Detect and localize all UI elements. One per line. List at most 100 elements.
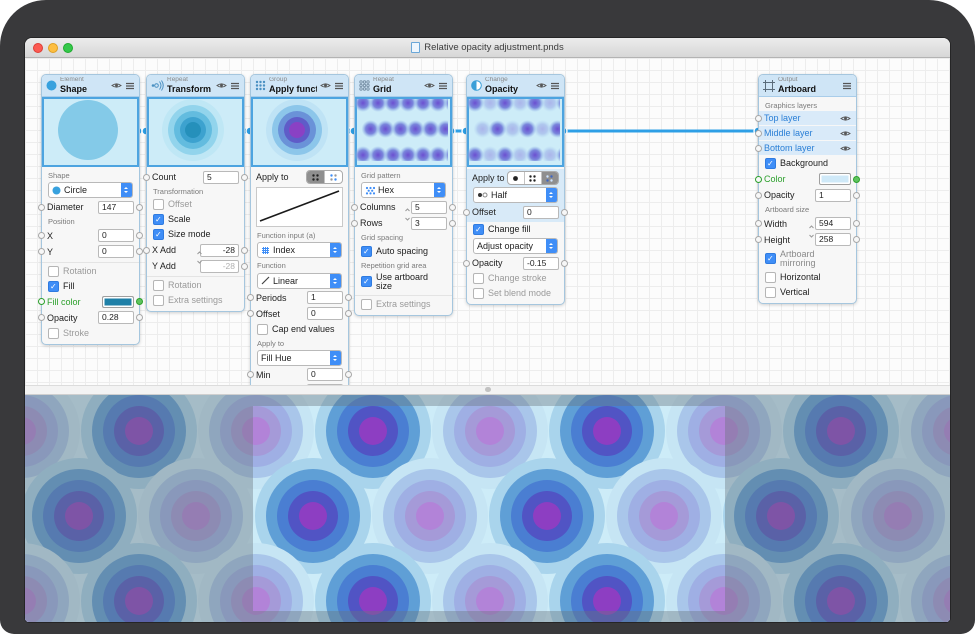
- visibility-eye-icon[interactable]: [111, 82, 122, 89]
- height-label: Height: [764, 235, 813, 245]
- extra-settings-checkbox[interactable]: Extra settings: [147, 293, 244, 308]
- apply-property-dropdown[interactable]: Fill Hue: [257, 350, 342, 366]
- y-add-field[interactable]: -28: [200, 260, 239, 273]
- node-artboard-header[interactable]: Output Artboard: [759, 75, 856, 97]
- node-grid-header[interactable]: Repeat Grid: [355, 75, 452, 97]
- adjust-opacity-dropdown[interactable]: Adjust opacity: [473, 238, 558, 254]
- opacity-field[interactable]: 0.28: [98, 311, 134, 324]
- stroke-checkbox[interactable]: Stroke: [42, 326, 139, 341]
- artboard-mirroring-checkbox[interactable]: Artboard mirroring: [759, 248, 856, 270]
- node-shape[interactable]: Element Shape Shape Circle Diameter: [41, 74, 140, 345]
- node-grid[interactable]: Repeat Grid Grid pattern Hex: [354, 74, 453, 316]
- scale-checkbox[interactable]: Scale: [147, 212, 244, 227]
- periods-field[interactable]: 1: [307, 291, 343, 304]
- size-mode-checkbox[interactable]: Size mode: [147, 227, 244, 242]
- pane-divider[interactable]: [25, 385, 950, 395]
- width-field[interactable]: 594: [815, 217, 851, 230]
- background-color-swatch[interactable]: [819, 173, 851, 185]
- title-bar[interactable]: Relative opacity adjustment.pnds: [25, 38, 950, 58]
- menu-icon[interactable]: [230, 82, 240, 90]
- rotation-checkbox[interactable]: Rotation: [147, 278, 244, 293]
- pattern-preview[interactable]: [25, 395, 950, 622]
- node-opacity[interactable]: Change Opacity Apply to: [466, 74, 565, 305]
- node-apply-function-header[interactable]: Group Apply function: [251, 75, 348, 97]
- function-input-dropdown[interactable]: Index: [257, 242, 342, 258]
- divider-handle-icon[interactable]: [485, 387, 491, 392]
- link-values-icon[interactable]: [196, 250, 203, 267]
- change-stroke-checkbox[interactable]: Change stroke: [467, 271, 564, 286]
- y-field[interactable]: 0: [98, 245, 134, 258]
- vertical-checkbox[interactable]: Vertical: [759, 285, 856, 300]
- fullscreen-button[interactable]: [63, 43, 73, 53]
- dot-grid-segment[interactable]: [524, 172, 541, 184]
- node-artboard[interactable]: Output Artboard Graphics layers Top laye…: [758, 74, 857, 304]
- bottom-layer-input[interactable]: Bottom layer: [759, 141, 856, 155]
- position-section-label: Position: [42, 215, 139, 227]
- offset-checkbox[interactable]: Offset: [147, 197, 244, 212]
- cap-end-values-checkbox[interactable]: Cap end values: [251, 322, 348, 337]
- shape-type-dropdown[interactable]: Circle: [48, 182, 133, 198]
- height-field[interactable]: 258: [815, 233, 851, 246]
- visibility-eye-icon[interactable]: [536, 82, 547, 89]
- node-apply-function[interactable]: Group Apply function Apply to: [250, 74, 349, 385]
- colored-dots-segment[interactable]: [324, 171, 342, 183]
- close-button[interactable]: [33, 43, 43, 53]
- link-values-icon[interactable]: [808, 224, 815, 241]
- x-label: X: [47, 231, 96, 241]
- menu-icon[interactable]: [334, 82, 344, 90]
- x-add-field[interactable]: -28: [200, 244, 239, 257]
- opacity-field[interactable]: -0.15: [523, 257, 559, 270]
- node-transform-header[interactable]: Repeat Transform: [147, 75, 244, 97]
- rows-field[interactable]: 3: [411, 217, 447, 230]
- node-opacity-header[interactable]: Change Opacity: [467, 75, 564, 97]
- fill-color-label: Fill color: [47, 297, 100, 307]
- change-fill-checkbox[interactable]: Change fill: [467, 222, 564, 237]
- offset-field[interactable]: 0: [523, 206, 559, 219]
- top-layer-input[interactable]: Top layer: [759, 111, 856, 125]
- visibility-eye-icon[interactable]: [320, 82, 331, 89]
- rotation-checkbox[interactable]: Rotation: [42, 264, 139, 279]
- horizontal-checkbox[interactable]: Horizontal: [759, 270, 856, 285]
- element-segment[interactable]: [508, 172, 524, 184]
- x-field[interactable]: 0: [98, 229, 134, 242]
- opacity-field[interactable]: 1: [815, 189, 851, 202]
- offset-field[interactable]: 0: [307, 307, 343, 320]
- extra-settings-checkbox[interactable]: Extra settings: [355, 297, 452, 312]
- node-shape-header[interactable]: Element Shape: [42, 75, 139, 97]
- pattern-mode-dropdown[interactable]: Half: [473, 187, 558, 203]
- minimize-button[interactable]: [48, 43, 58, 53]
- min-field[interactable]: 0: [307, 368, 343, 381]
- function-dropdown[interactable]: Linear: [257, 273, 342, 289]
- menu-icon[interactable]: [125, 82, 135, 90]
- menu-icon[interactable]: [842, 82, 852, 90]
- count-field[interactable]: 5: [203, 171, 239, 184]
- background-checkbox[interactable]: Background: [759, 156, 856, 171]
- menu-icon[interactable]: [438, 82, 448, 90]
- layer-eye-icon[interactable]: [840, 130, 851, 137]
- layer-eye-icon[interactable]: [840, 115, 851, 122]
- apply-to-segmented-control[interactable]: [306, 170, 343, 184]
- fill-checkbox[interactable]: Fill: [42, 279, 139, 294]
- apply-to-segmented-control[interactable]: [507, 171, 559, 185]
- fill-color-swatch[interactable]: [102, 296, 134, 308]
- function-curve-graph: [256, 187, 343, 227]
- columns-field[interactable]: 5: [411, 201, 447, 214]
- opacity-label: Opacity: [47, 313, 96, 323]
- visibility-eye-icon[interactable]: [424, 82, 435, 89]
- grid-pattern-dropdown[interactable]: Hex: [361, 182, 446, 198]
- use-artboard-size-checkbox[interactable]: Use artboard size: [355, 271, 452, 293]
- layer-eye-icon[interactable]: [840, 145, 851, 152]
- menu-icon[interactable]: [550, 82, 560, 90]
- colored-dots-segment[interactable]: [541, 172, 558, 184]
- auto-spacing-checkbox[interactable]: Auto spacing: [355, 244, 452, 259]
- middle-layer-input[interactable]: Middle layer: [759, 126, 856, 140]
- node-editor-canvas[interactable]: Element Shape Shape Circle Diameter: [25, 58, 950, 385]
- node-transform[interactable]: Repeat Transform Count 5 Transformat: [146, 74, 245, 312]
- link-values-icon[interactable]: [404, 207, 411, 224]
- node-transform-preview: [147, 97, 244, 167]
- dot-grid-segment[interactable]: [307, 171, 324, 183]
- set-blend-mode-checkbox[interactable]: Set blend mode: [467, 286, 564, 301]
- x-add-label: X Add: [152, 245, 198, 255]
- diameter-field[interactable]: 147: [98, 201, 134, 214]
- visibility-eye-icon[interactable]: [216, 82, 227, 89]
